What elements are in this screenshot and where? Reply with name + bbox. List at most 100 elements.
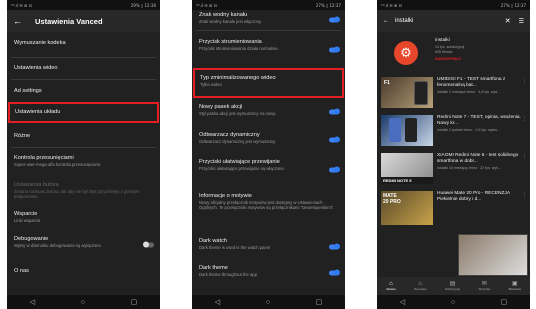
setting-label: Typ zminimalizowanego wideo — [200, 75, 276, 81]
video-info: instalki 10 miesięcy temu · 22 tys. wyś.… — [437, 165, 501, 170]
nav-tab-label: Biblioteka — [508, 287, 521, 291]
nav-recent-icon[interactable]: ▢ — [131, 298, 138, 306]
video-result[interactable]: F1 UMIDIGI F1 - TEST smartfona z fenomen… — [377, 74, 530, 112]
video-meta: UMIDIGI F1 - TEST smartfona z fenomenaln… — [437, 77, 526, 109]
video-meta: XIAOMI Redmi Note 5 - test solidnego sma… — [437, 153, 526, 185]
setting-seek-buttons[interactable]: Przyciski ułatwiające przewijanie Przyci… — [192, 153, 345, 187]
setting-description: Dark theme throughout the app — [199, 272, 257, 277]
status-left: ⁴ᴳ.ıl ✉ ⊞ ⊟ — [11, 2, 32, 8]
video-info: instalki 1 tydzień temu · 2,6 tys. wyśw.… — [437, 127, 500, 132]
setting-watermark[interactable]: Znak wodny kanału Znak wodny kanału jest… — [192, 10, 345, 30]
nav-tab-library[interactable]: ▣ Biblioteka — [509, 281, 521, 291]
video-thumbnail[interactable]: MATE 20 PRO — [381, 191, 433, 225]
nav-tab-label: Główna — [386, 287, 396, 291]
search-query[interactable]: instalki — [395, 18, 505, 24]
channel-avatar[interactable]: ⚙ — [381, 38, 431, 68]
video-thumbnail[interactable]: REDMI NOTE 5 — [381, 153, 433, 184]
bottom-navigation: ⌂ Główna ♨ Na czasie ▤ Subskrypcje ✉ Skr… — [377, 277, 530, 295]
status-left: ⁴ᴳ.ıl ✉ ⊞ ⊟ — [381, 2, 402, 8]
channel-result[interactable]: ⚙ instalki 14 tys. subskrypcji 635 filmó… — [377, 32, 530, 74]
more-options-icon[interactable]: ⋮ — [522, 78, 527, 84]
setting-description: Dark theme is used in the watch panel — [199, 245, 270, 250]
dark-watch-toggle[interactable] — [329, 243, 340, 249]
setting-minimized-video-type[interactable]: Typ zminimalizowanego wideo Tylko wideo — [193, 68, 344, 98]
nav-home-icon[interactable]: ○ — [81, 299, 85, 306]
settings-item-support[interactable]: Wsparcie Linki wsparcia — [7, 206, 160, 230]
settings-item-debug[interactable]: Debugowanie Wpisy w dzienniku debugowani… — [7, 230, 160, 260]
nav-tab-label: Skrzynka — [478, 287, 491, 291]
settings-item-label: Ustawienia wideo — [14, 65, 58, 71]
settings-item-codec[interactable]: Wymuszanie kodeka — [7, 36, 160, 57]
phone-image — [414, 81, 428, 105]
clear-search-icon[interactable]: ✕ — [505, 17, 511, 25]
nav-recent-icon[interactable]: ▢ — [501, 298, 508, 306]
video-result[interactable]: Redmi Note 7 - TEST, opinia, wrażenia. N… — [377, 112, 530, 150]
settings-item-video[interactable]: Ustawienia wideo — [7, 58, 160, 79]
more-options-icon[interactable]: ⋮ — [522, 116, 527, 122]
settings-item-label: Różne — [14, 133, 31, 139]
debug-toggle[interactable] — [143, 241, 154, 248]
nav-home-icon[interactable]: ○ — [266, 299, 270, 306]
gear-icon: ⚙ — [394, 41, 418, 65]
settings-item-ads[interactable]: Ad settings — [7, 80, 160, 102]
phone-screen-layout-settings: ⁴ᴳ.ıl ✉ ⊞ ⊟ 27% ▯ 12:37 Znak wodny kanał… — [192, 0, 345, 309]
nav-tab-subscriptions[interactable]: ▤ Subskrypcje — [445, 281, 460, 291]
status-bar: ⁴ᴳ.ıl ✉ ⊞ ⊟ 27% ▯ 12:37 — [192, 0, 345, 10]
seek-buttons-toggle[interactable] — [329, 166, 340, 173]
mini-player[interactable] — [458, 234, 528, 276]
video-thumbnail[interactable]: F1 — [381, 77, 433, 108]
cast-button-toggle[interactable] — [329, 46, 340, 52]
setting-description: Nowy oficjalny przełącznik motywów jest … — [199, 200, 335, 211]
nav-back-icon[interactable]: ◁ — [400, 298, 405, 306]
video-info: instalki 2 miesiące temu · 4,6 tys. wyś.… — [437, 89, 501, 94]
watermark-toggle[interactable] — [329, 16, 340, 23]
nav-recent-icon[interactable]: ▢ — [316, 298, 323, 306]
setting-dark-theme[interactable]: Dark theme Dark theme throughout the app — [192, 260, 345, 286]
system-nav-bar: ◁ ○ ▢ — [7, 295, 160, 309]
status-left: ⁴ᴳ.ıl ✉ ⊞ ⊟ — [196, 2, 217, 8]
setting-dynamic-player[interactable]: Odtwarzacz dynamiczny Odtwarzacz dynamic… — [192, 126, 345, 153]
video-result[interactable]: REDMI NOTE 5 XIAOMI Redmi Note 5 - test … — [377, 150, 530, 188]
settings-item-label: Kontrola przesunięciami — [14, 155, 74, 161]
video-title: XIAOMI Redmi Note 5 - test solidnego sma… — [437, 153, 519, 164]
filter-icon[interactable]: ☰ — [519, 18, 524, 25]
settings-item-about[interactable]: O nas — [7, 260, 160, 280]
setting-new-action-bar[interactable]: Nowy pasek akcji Styl paska akcji jest w… — [192, 98, 345, 126]
subscribe-button[interactable]: SUBSKRYBUJ — [435, 57, 526, 61]
settings-item-misc[interactable]: Różne — [7, 123, 160, 147]
setting-dark-watch[interactable]: Dark watch Dark theme is used in the wat… — [192, 233, 345, 260]
channel-name: instalki — [435, 38, 450, 43]
nav-tab-inbox[interactable]: ✉ Skrzynka — [479, 281, 491, 291]
settings-item-description: Linki wsparcia — [14, 218, 41, 223]
action-bar-toggle[interactable] — [329, 108, 340, 115]
nav-back-icon[interactable]: ◁ — [215, 298, 220, 306]
more-options-icon[interactable]: ⋮ — [522, 154, 527, 160]
setting-cast-button[interactable]: Przycisk strumieniowania Przycisk strumi… — [192, 31, 345, 68]
video-title: Redmi Note 7 - TEST, opinia, wrażenia. N… — [437, 115, 521, 126]
nav-back-icon[interactable]: ◁ — [30, 298, 35, 306]
dynamic-player-toggle[interactable] — [329, 136, 340, 142]
back-arrow-icon[interactable]: ← — [13, 16, 25, 26]
settings-item-label: Wymuszanie kodeka — [14, 40, 66, 46]
settings-item-label: Ad settings — [14, 88, 42, 94]
settings-item-description: Wpisy w dzienniku debugowania są wyłączo… — [14, 243, 102, 248]
phone-image — [389, 118, 401, 142]
status-right: 27% ▯ 12:37 — [315, 2, 341, 8]
nav-home-icon[interactable]: ○ — [451, 299, 455, 306]
settings-item-label: Wsparcie — [14, 211, 38, 217]
nav-tab-trending[interactable]: ♨ Na czasie — [414, 281, 426, 291]
app-bar: ← Ustawienia Vanced — [7, 10, 160, 32]
setting-description: Tylko wideo — [200, 82, 222, 87]
setting-description: Przycisk strumieniowania działa normalni… — [199, 46, 279, 51]
settings-item-layout[interactable]: Ustawienia układu — [8, 102, 159, 123]
back-arrow-icon[interactable]: ← — [383, 18, 389, 24]
settings-item-swipe[interactable]: Kontrola przesunięciami Super-user-mega-… — [7, 148, 160, 176]
nav-tab-home[interactable]: ⌂ Główna — [386, 281, 395, 291]
video-thumbnail[interactable] — [381, 115, 433, 146]
more-options-icon[interactable]: ⋮ — [522, 192, 527, 198]
video-result[interactable]: MATE 20 PRO Huawei Mate 20 Pro - RECENZJ… — [377, 188, 530, 228]
status-right: 29% ▯ 12:36 — [130, 2, 156, 8]
dark-theme-toggle[interactable] — [329, 269, 340, 276]
page-title: Ustawienia Vanced — [35, 16, 103, 26]
setting-description: Styl paska akcji jest wymuszony na nowy. — [199, 111, 277, 116]
